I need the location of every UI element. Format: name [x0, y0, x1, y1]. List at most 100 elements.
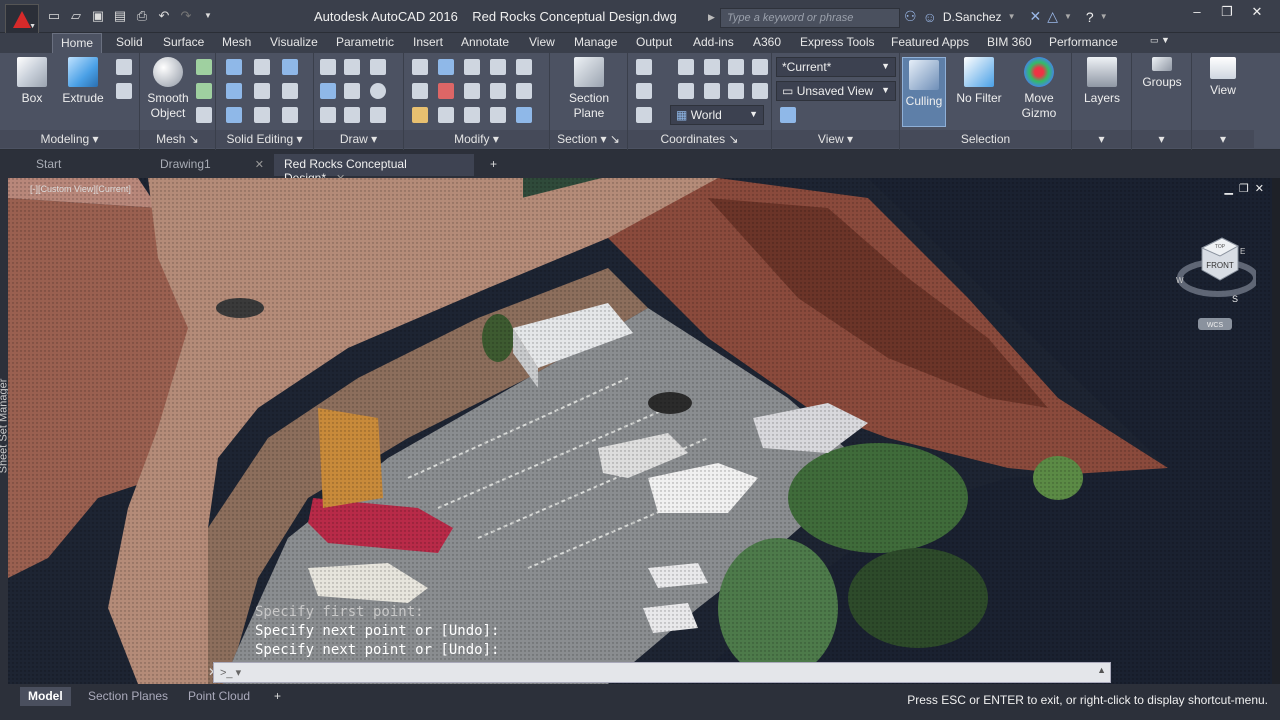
chevron-down-icon[interactable]: ▼	[1064, 12, 1072, 21]
tab-visualize[interactable]: Visualize	[262, 33, 326, 53]
explode-icon[interactable]	[516, 107, 532, 123]
modeling-panel-label[interactable]: Modeling ▾	[0, 130, 139, 148]
tab-output[interactable]: Output	[628, 33, 680, 53]
visual-style-dropdown[interactable]: *Current* ▼	[776, 57, 896, 77]
trim-icon[interactable]	[412, 59, 428, 75]
minimize-icon[interactable]: –	[1182, 3, 1212, 23]
file-tab-drawing1[interactable]: Drawing1 ✕	[150, 154, 270, 176]
ucs-object-icon[interactable]	[728, 83, 744, 99]
tab-express-tools[interactable]: Express Tools	[792, 33, 882, 53]
ucs-origin-icon[interactable]	[728, 59, 744, 75]
ucs-3point-icon[interactable]	[752, 83, 768, 99]
ucs-x-icon[interactable]	[704, 59, 720, 75]
rectangle-icon[interactable]	[344, 107, 360, 123]
layout-tab-section-planes[interactable]: Section Planes	[80, 687, 176, 706]
ucs-icon[interactable]	[636, 59, 652, 75]
culling-button[interactable]: Culling	[902, 57, 946, 127]
layers-panel-expand[interactable]: ▾	[1072, 130, 1131, 148]
restore-icon[interactable]: ❐	[1239, 182, 1249, 195]
wcs-menu[interactable]: WCS	[1207, 322, 1224, 329]
presspull-icon[interactable]	[116, 83, 132, 99]
binoculars-icon[interactable]: ⚇	[904, 8, 917, 25]
chevron-down-icon[interactable]: ▼	[1100, 12, 1108, 21]
layout-tab-model[interactable]: Model	[20, 687, 71, 706]
helix-icon[interactable]	[344, 59, 360, 75]
search-input[interactable]: Type a keyword or phrase	[720, 8, 900, 28]
groups-panel-expand[interactable]: ▾	[1132, 130, 1191, 148]
coordinates-panel-label[interactable]: Coordinates ↘	[628, 130, 771, 148]
section-plane-button[interactable]: Section Plane	[558, 57, 620, 121]
array-icon[interactable]	[490, 59, 506, 75]
chevron-down-icon[interactable]: ▼	[1008, 12, 1016, 21]
application-menu-button[interactable]: ▼	[5, 4, 39, 34]
viewcube[interactable]: FRONT TOP E W S WCS	[1176, 230, 1259, 330]
ucs-view-icon[interactable]	[752, 59, 768, 75]
tab-mesh[interactable]: Mesh	[214, 33, 259, 53]
open-icon[interactable]: ▱	[68, 8, 84, 24]
stretch-icon[interactable]	[464, 107, 480, 123]
tab-view[interactable]: View	[521, 33, 563, 53]
union-icon[interactable]	[226, 59, 242, 75]
minimize-icon[interactable]: ▁	[1224, 182, 1232, 195]
undo-icon[interactable]: ↶	[156, 8, 172, 24]
thicken-icon[interactable]	[254, 107, 270, 123]
tab-performance[interactable]: Performance	[1041, 33, 1126, 53]
viewcube-top[interactable]: TOP	[1215, 244, 1226, 250]
print-icon[interactable]: ⎙	[134, 8, 150, 24]
help-icon[interactable]: ?	[1086, 9, 1094, 25]
mirror-icon[interactable]	[438, 107, 454, 123]
fillet-icon[interactable]	[412, 83, 428, 99]
tab-annotate[interactable]: Annotate	[453, 33, 517, 53]
tab-insert[interactable]: Insert	[405, 33, 451, 53]
extract-edges-icon[interactable]	[282, 83, 298, 99]
intersect-icon[interactable]	[226, 107, 242, 123]
subtract-icon[interactable]	[226, 83, 242, 99]
ucs-dropdown[interactable]: ▦ World ▼	[670, 105, 764, 125]
saved-view-dropdown[interactable]: ▭ Unsaved View ▼	[776, 81, 896, 101]
section-panel-label[interactable]: Section ▾ ↘	[550, 130, 627, 148]
ucs-icon-properties-icon[interactable]	[636, 107, 652, 123]
new-icon[interactable]: ▭	[46, 8, 62, 24]
mesh-panel-label[interactable]: Mesh ↘	[140, 130, 215, 148]
close-icon[interactable]: ✕	[1242, 3, 1272, 23]
modify-panel-label[interactable]: Modify ▾	[404, 130, 549, 148]
ellipse-icon[interactable]	[370, 107, 386, 123]
copy-icon[interactable]	[464, 83, 480, 99]
layers-button[interactable]: Layers	[1078, 57, 1126, 106]
restore-icon[interactable]: ❐	[1212, 3, 1242, 23]
groups-button[interactable]: Groups	[1138, 57, 1186, 90]
qat-dropdown-icon[interactable]: ▼	[200, 8, 216, 24]
polygon-icon[interactable]	[320, 107, 336, 123]
compass-w[interactable]: W	[1176, 276, 1184, 285]
view-panel-label[interactable]: View ▾	[772, 130, 899, 148]
line-icon[interactable]	[344, 83, 360, 99]
tab-featured-apps[interactable]: Featured Apps	[883, 33, 977, 53]
drawing-viewport[interactable]: [-][Custom View][Current] ▁ ❐ ✕ FRONT TO…	[8, 178, 1272, 684]
fillet-edge-icon[interactable]	[282, 107, 298, 123]
draw-panel-label[interactable]: Draw ▾	[314, 130, 403, 148]
rotate-icon[interactable]	[516, 83, 532, 99]
viewcube-front[interactable]: FRONT	[1206, 261, 1234, 270]
search-expand-icon[interactable]: ▶	[708, 12, 715, 23]
file-tab-red-rocks[interactable]: Red Rocks Conceptual Design*✕	[274, 154, 474, 185]
mesh-refine-icon[interactable]	[196, 107, 212, 123]
move-icon[interactable]	[464, 59, 480, 75]
ribbon-minimize-icon[interactable]: ▭ ▼	[1142, 33, 1178, 53]
mesh-smooth-less-icon[interactable]	[196, 83, 212, 99]
tab-parametric[interactable]: Parametric	[328, 33, 402, 53]
compass-s[interactable]: S	[1232, 294, 1238, 304]
command-line-input[interactable]: >_ ▾ ▲	[213, 662, 1111, 683]
separate-icon[interactable]	[254, 59, 270, 75]
move-gizmo-button[interactable]: Move Gizmo	[1014, 57, 1064, 121]
slice-icon[interactable]	[254, 83, 270, 99]
polysolid-icon[interactable]	[116, 59, 132, 75]
tab-bim-360[interactable]: BIM 360	[979, 33, 1040, 53]
new-layout-icon[interactable]: +	[266, 687, 289, 706]
polyline-icon[interactable]	[320, 59, 336, 75]
no-filter-button[interactable]: No Filter	[952, 57, 1006, 106]
user-icon[interactable]: ☺	[923, 9, 937, 25]
tab-add-ins[interactable]: Add-ins	[685, 33, 742, 53]
compass-e[interactable]: E	[1240, 247, 1245, 256]
offset-icon[interactable]	[490, 83, 506, 99]
ucs-y-icon[interactable]	[678, 83, 694, 99]
